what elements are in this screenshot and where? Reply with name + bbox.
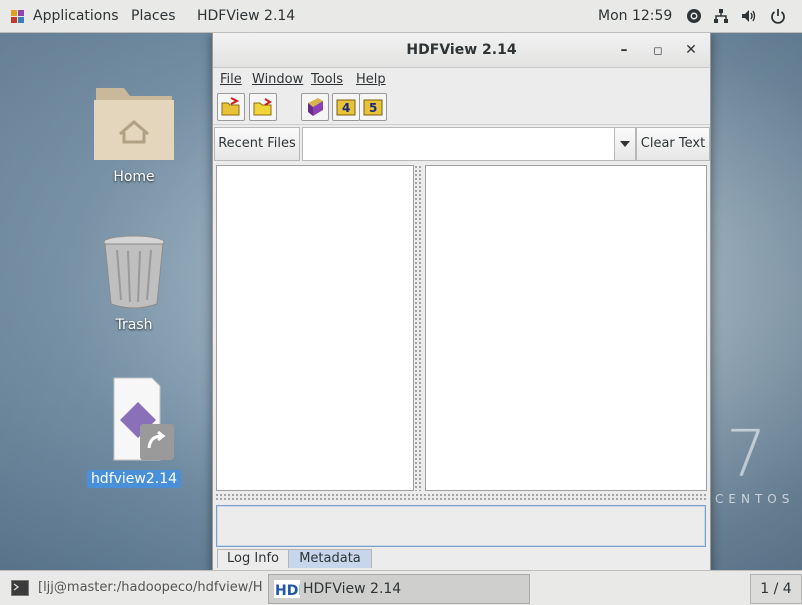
users-guide-icon: [308, 98, 323, 116]
power-icon[interactable]: [770, 8, 786, 24]
menu-label: Window: [252, 72, 304, 87]
trash-icon: [103, 235, 165, 309]
desktop-icon-hdfview[interactable]: hdfview2.14: [84, 376, 184, 488]
volume-icon[interactable]: [741, 8, 757, 24]
menubar: File Window Tools Help: [213, 68, 710, 90]
applications-menu-icon: [11, 10, 24, 23]
centos-watermark-number: 7: [726, 418, 767, 492]
vertical-splitter[interactable]: [414, 165, 422, 491]
hdf-icon: HDF: [274, 580, 300, 598]
taskbar-item-label: [ljj@master:/hadoopeco/hdfview/H...: [38, 580, 262, 595]
clear-text-button[interactable]: Clear Text: [636, 127, 710, 161]
horizontal-splitter[interactable]: [215, 493, 708, 501]
file-url-input[interactable]: [302, 127, 615, 161]
hdfview-window: HDFView 2.14 – ◻ ✕ File Window Tools Hel…: [212, 32, 711, 572]
close-button[interactable]: ✕: [682, 41, 700, 59]
open-file-button[interactable]: [217, 93, 245, 121]
maximize-icon: ◻: [653, 44, 663, 57]
hdf4-library-button[interactable]: 4: [332, 93, 360, 121]
svg-text:4: 4: [342, 101, 350, 115]
recent-files-dropdown[interactable]: [614, 127, 636, 161]
svg-text:HDF: HDF: [275, 583, 300, 598]
url-bar: Recent Files Clear Text: [213, 126, 710, 162]
menu-tools[interactable]: Tools: [311, 72, 343, 87]
menu-file[interactable]: File: [220, 72, 242, 87]
close-icon: ✕: [685, 42, 697, 58]
menu-help[interactable]: Help: [356, 72, 386, 87]
open-file-icon: [221, 97, 240, 116]
accessibility-icon[interactable]: [686, 8, 702, 24]
clock[interactable]: Mon 12:59: [598, 0, 672, 32]
script-link-icon: [113, 377, 174, 461]
window-title: HDFView 2.14: [406, 42, 517, 58]
tab-metadata[interactable]: Metadata: [288, 549, 372, 568]
folder-home-icon: [94, 88, 174, 160]
toolbar: 4 5: [213, 90, 710, 125]
menu-label: File: [220, 72, 242, 87]
menu-label: Help: [356, 72, 386, 87]
minimize-icon: –: [620, 42, 628, 58]
hdf5-library-button[interactable]: 5: [359, 93, 387, 121]
tree-view-pane[interactable]: [216, 165, 414, 491]
minimize-button[interactable]: –: [615, 41, 633, 59]
open-folder-button[interactable]: [249, 93, 277, 121]
bottom-panel: [ljj@master:/hadoopeco/hdfview/H... HDF …: [0, 570, 802, 605]
top-panel: Applications Places HDFView 2.14 Mon 12:…: [0, 0, 802, 33]
desktop-icon-trash[interactable]: Trash: [84, 234, 184, 334]
centos-watermark-text: CENTOS: [715, 492, 795, 506]
workspace-indicator[interactable]: 1 / 4: [750, 574, 802, 604]
active-app-menu[interactable]: HDFView 2.14: [197, 0, 295, 32]
users-guide-button[interactable]: [301, 93, 329, 121]
svg-text:5: 5: [369, 101, 377, 115]
desktop-icon-label: Home: [113, 169, 155, 185]
window-titlebar[interactable]: HDFView 2.14 – ◻ ✕: [213, 33, 710, 68]
log-info-area[interactable]: [216, 505, 706, 547]
applications-menu[interactable]: Applications: [33, 0, 119, 32]
places-menu[interactable]: Places: [131, 0, 176, 32]
open-folder-icon: [253, 98, 272, 116]
recent-files-button[interactable]: Recent Files: [214, 127, 300, 161]
content-pane[interactable]: [425, 165, 707, 491]
taskbar-item-terminal[interactable]: [ljj@master:/hadoopeco/hdfview/H...: [8, 574, 262, 602]
hdf5-library-icon: 5: [363, 99, 383, 116]
taskbar-item-label: HDFView 2.14: [303, 581, 402, 597]
desktop-icon-label: Trash: [115, 317, 153, 333]
network-icon[interactable]: [713, 8, 729, 24]
terminal-icon: [11, 580, 29, 596]
menu-label: Tools: [311, 72, 344, 87]
tab-log-info[interactable]: Log Info: [217, 549, 289, 568]
desktop-icon-label: hdfview2.14: [86, 470, 182, 488]
hdf4-library-icon: 4: [336, 99, 356, 116]
desktop-icon-home[interactable]: Home: [84, 78, 184, 186]
maximize-button[interactable]: ◻: [649, 41, 667, 59]
menu-window[interactable]: Window: [252, 72, 303, 87]
taskbar-item-hdfview[interactable]: HDF HDFView 2.14: [268, 574, 530, 604]
